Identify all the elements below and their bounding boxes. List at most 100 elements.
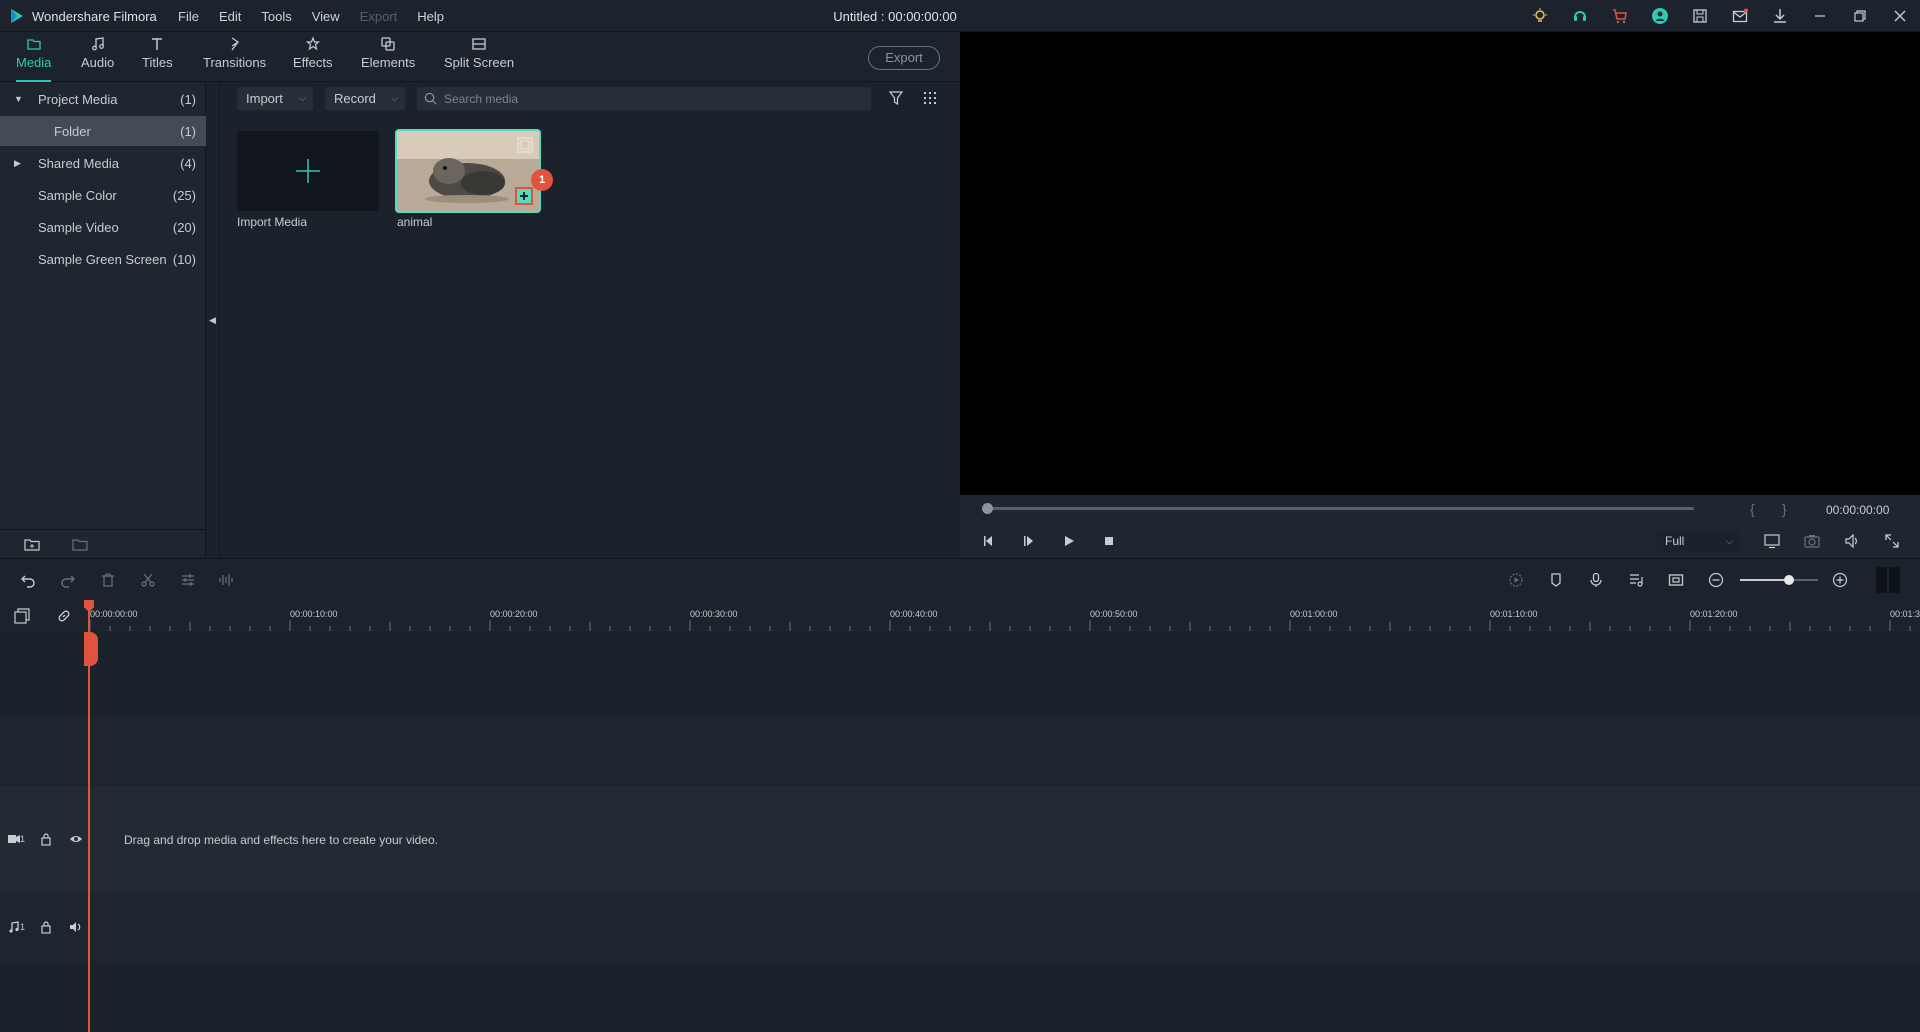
- sidebar-item-sample-video[interactable]: Sample Video (20): [0, 212, 206, 242]
- video-track-1[interactable]: 1 Drag and drop media and effects here t…: [0, 786, 1920, 892]
- export-button[interactable]: Export: [868, 46, 940, 70]
- tab-titles[interactable]: Titles: [142, 36, 173, 78]
- play-frame-icon[interactable]: [1022, 534, 1036, 548]
- audio-waveform-icon[interactable]: [218, 572, 234, 588]
- undo-icon[interactable]: [20, 572, 36, 588]
- mark-in-icon[interactable]: {: [1750, 501, 1755, 517]
- sidebar-item-label: Sample Video: [38, 219, 119, 235]
- lock-icon[interactable]: [39, 832, 53, 846]
- lightbulb-icon: [1533, 8, 1547, 22]
- audio-mixer-icon[interactable]: [1628, 572, 1644, 588]
- timeline-tracks: 1 Drag and drop media and effects here t…: [0, 632, 1920, 1032]
- snapshot-camera-icon[interactable]: [1804, 533, 1820, 549]
- import-dropdown[interactable]: Import ⌵: [237, 87, 313, 110]
- scissors-icon[interactable]: [140, 572, 156, 588]
- import-media-thumb[interactable]: [237, 131, 379, 211]
- tab-effects-label: Effects: [293, 55, 333, 70]
- marker-icon[interactable]: [1548, 572, 1564, 588]
- scrubber-knob[interactable]: [982, 503, 993, 514]
- tab-audio[interactable]: Audio: [81, 36, 114, 78]
- fullscreen-icon[interactable]: [1884, 533, 1900, 549]
- audio-track-1[interactable]: 1: [0, 892, 1920, 962]
- cart-button[interactable]: [1600, 0, 1640, 32]
- tab-transitions[interactable]: Transitions: [203, 36, 266, 78]
- account-button[interactable]: [1640, 0, 1680, 32]
- playhead-scissor-grip[interactable]: [84, 632, 98, 666]
- filter-icon[interactable]: [888, 90, 904, 106]
- microphone-icon[interactable]: [1588, 572, 1604, 588]
- sidebar-item-folder[interactable]: Folder (1): [0, 116, 206, 146]
- restore-button[interactable]: [1840, 0, 1880, 32]
- media-clip-animal[interactable]: 1 animal: [395, 129, 553, 229]
- layout-toggle-button[interactable]: [1876, 567, 1900, 593]
- folder-outline-icon[interactable]: [72, 536, 88, 552]
- download-button[interactable]: [1760, 0, 1800, 32]
- tab-elements[interactable]: Elements: [361, 36, 415, 78]
- sidebar-item-sample-color[interactable]: Sample Color (25): [0, 180, 206, 210]
- cart-icon: [1613, 9, 1627, 24]
- tab-split-screen[interactable]: Split Screen: [444, 36, 514, 78]
- clip-thumbnail[interactable]: 1: [395, 129, 553, 213]
- titlebar-icons: [1520, 0, 1920, 32]
- voiceover-box-icon[interactable]: [1668, 572, 1684, 588]
- media-library-sidebar: ▼ Project Media (1) Folder (1) ▶ Shared …: [0, 83, 206, 557]
- bulb-button[interactable]: [1520, 0, 1560, 32]
- timeline-toolbar: [0, 558, 1920, 600]
- sidebar-item-label: Project Media: [38, 91, 118, 107]
- zoom-slider-knob[interactable]: [1784, 575, 1794, 585]
- zoom-in-icon[interactable]: [1832, 572, 1848, 588]
- preview-progress-bar: { } 00:00:00:00: [960, 495, 1920, 525]
- sidebar-item-sample-green-screen[interactable]: Sample Green Screen (10): [0, 244, 206, 274]
- search-input[interactable]: Search media: [417, 87, 871, 110]
- new-folder-icon[interactable]: [24, 536, 40, 552]
- play-icon[interactable]: [1062, 534, 1076, 548]
- media-toolbar: Import ⌵ Record ⌵ Search media: [221, 83, 958, 115]
- tab-media[interactable]: Media: [16, 36, 52, 82]
- close-button[interactable]: [1880, 0, 1920, 32]
- timeline-ruler[interactable]: 00:00:00:00 00:00:10:00 00:00:20:00 00:0…: [0, 600, 1920, 632]
- record-dropdown[interactable]: Record ⌵: [325, 87, 405, 110]
- speaker-icon[interactable]: [69, 920, 83, 934]
- lock-icon[interactable]: [39, 920, 53, 934]
- zoom-out-icon[interactable]: [1708, 572, 1724, 588]
- stop-icon[interactable]: [1102, 534, 1116, 548]
- sidebar-collapse-handle[interactable]: ◀: [206, 83, 220, 557]
- zoom-slider[interactable]: [1740, 575, 1818, 585]
- eye-icon[interactable]: [69, 832, 83, 846]
- adjust-settings-icon[interactable]: [180, 572, 196, 588]
- restore-icon: [1854, 10, 1866, 22]
- grid-view-icon[interactable]: [922, 90, 938, 106]
- mark-out-icon[interactable]: }: [1782, 501, 1787, 517]
- audio-track-header: 1: [0, 892, 88, 962]
- tab-effects[interactable]: Effects: [293, 36, 333, 78]
- title-bar: Wondershare Filmora File Edit Tools View…: [0, 0, 1920, 32]
- import-media-tile[interactable]: Import Media: [237, 131, 379, 229]
- minimize-button[interactable]: [1800, 0, 1840, 32]
- add-to-timeline-icon[interactable]: [515, 187, 533, 205]
- ruler-ticks: [89, 620, 1911, 631]
- display-settings-icon[interactable]: [1764, 533, 1780, 549]
- delete-icon[interactable]: [100, 572, 116, 588]
- record-dropdown-label: Record: [334, 91, 376, 106]
- sidebar-item-shared-media[interactable]: ▶ Shared Media (4): [0, 148, 206, 178]
- sidebar-item-project-media[interactable]: ▼ Project Media (1): [0, 84, 206, 114]
- support-button[interactable]: [1560, 0, 1600, 32]
- step-number-badge: 1: [531, 169, 553, 191]
- preview-quality-dropdown[interactable]: Full ⌵: [1657, 530, 1739, 552]
- playback-scrubber[interactable]: [982, 503, 1694, 514]
- sidebar-item-label: Shared Media: [38, 155, 119, 171]
- tab-audio-label: Audio: [81, 55, 115, 70]
- volume-icon[interactable]: [1844, 533, 1860, 549]
- tile-caption: animal: [397, 215, 433, 229]
- redo-icon[interactable]: [60, 572, 76, 588]
- collapse-left-icon: ◀: [209, 315, 216, 325]
- mail-button[interactable]: [1720, 0, 1760, 32]
- layout-pane-left: [1876, 567, 1887, 593]
- sidebar-footer: [0, 529, 206, 557]
- folder-icon: [27, 39, 41, 50]
- zoom-slider-fill: [1740, 579, 1788, 581]
- save-button[interactable]: [1680, 0, 1720, 32]
- tile-caption: Import Media: [237, 215, 308, 229]
- render-preview-icon[interactable]: [1508, 572, 1524, 588]
- step-back-icon[interactable]: [982, 534, 996, 548]
